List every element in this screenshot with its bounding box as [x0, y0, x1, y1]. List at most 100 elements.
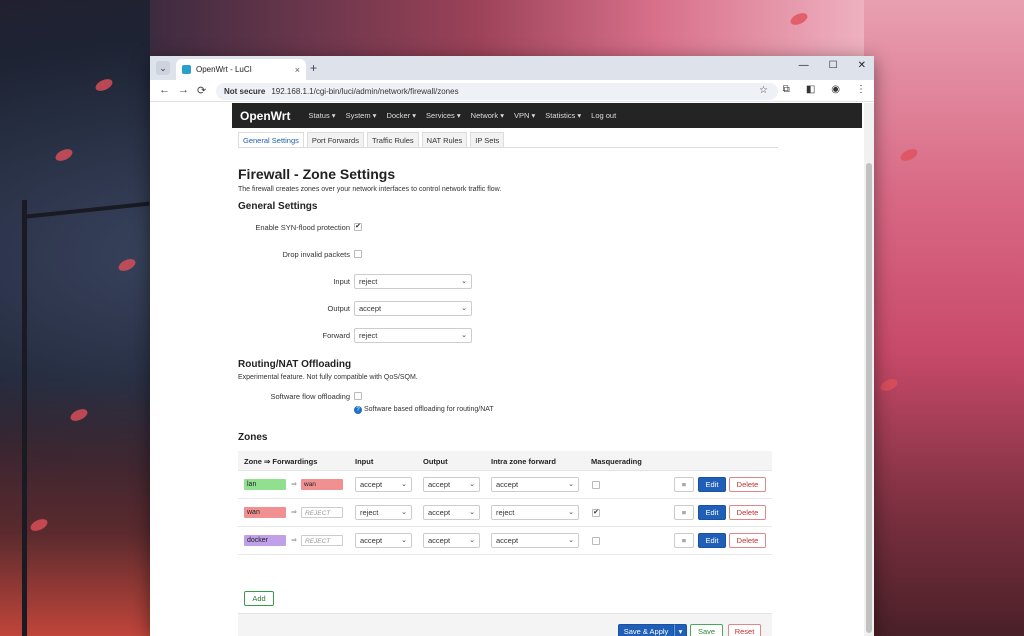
zone-output-select[interactable]: accept ⌄	[423, 477, 480, 492]
help-icon: ?	[354, 406, 362, 414]
zone-input-value: accept	[360, 536, 383, 545]
drop-invalid-checkbox[interactable]	[354, 250, 362, 258]
input-policy-select[interactable]: reject ⌄	[354, 274, 472, 289]
chevron-down-icon: ⌄	[568, 537, 574, 544]
scrollbar-thumb[interactable]	[866, 163, 872, 633]
tab-nat-rules[interactable]: NAT Rules	[421, 132, 468, 147]
chevron-down-icon: ⌄	[469, 537, 475, 544]
drag-handle[interactable]: ≡	[674, 533, 694, 548]
browser-tab-active[interactable]: OpenWrt - LuCI ×	[176, 59, 306, 80]
zone-input-select[interactable]: reject ⌄	[355, 505, 412, 520]
close-window-button[interactable]: ✕	[858, 60, 866, 71]
input-label: Input	[333, 277, 350, 286]
browser-menu-icon[interactable]: ⋮	[856, 84, 866, 95]
zone-input-value: accept	[360, 480, 383, 489]
add-zone-button[interactable]: Add	[244, 591, 274, 606]
nav-services[interactable]: Services ▾	[426, 111, 461, 120]
col-output: Output	[423, 457, 448, 466]
drag-handle[interactable]: ≡	[674, 477, 694, 492]
reload-button[interactable]: ⟳	[197, 84, 206, 97]
zone-intra-value: accept	[496, 480, 519, 489]
save-button[interactable]: Save	[690, 624, 723, 636]
maximize-button[interactable]: ☐	[829, 60, 838, 71]
delete-button[interactable]: Delete	[729, 533, 766, 548]
output-policy-select[interactable]: accept ⌄	[354, 301, 472, 316]
chevron-down-icon: ⌄	[469, 509, 475, 516]
nav-status[interactable]: Status ▾	[308, 111, 335, 120]
zone-badge: lan	[244, 479, 286, 490]
zone-intra-select[interactable]: accept ⌄	[491, 533, 579, 548]
tab-search-button[interactable]: ⌄	[156, 61, 170, 75]
forward-policy-select[interactable]: reject ⌄	[354, 328, 472, 343]
zone-input-select[interactable]: accept ⌄	[355, 477, 412, 492]
page-viewport: OpenWrt Status ▾ System ▾ Docker ▾ Servi…	[150, 103, 874, 636]
tab-ip-sets[interactable]: IP Sets	[470, 132, 505, 147]
nav-docker[interactable]: Docker ▾	[386, 111, 416, 120]
nav-vpn[interactable]: VPN ▾	[514, 111, 535, 120]
syn-flood-checkbox[interactable]: ✔	[354, 223, 362, 231]
tab-general-settings[interactable]: General Settings	[238, 132, 304, 147]
zone-intra-select[interactable]: reject ⌄	[491, 505, 579, 520]
browser-toolbar: ← → ⟳ Not secure 192.168.1.1/cgi-bin/luc…	[150, 80, 874, 102]
output-policy-value: accept	[359, 304, 382, 313]
masquerading-checkbox[interactable]	[592, 537, 600, 545]
col-zone-forwardings: Zone ⇒ Forwardings	[244, 457, 318, 466]
edit-button[interactable]: Edit	[698, 477, 726, 492]
delete-button[interactable]: Delete	[729, 477, 766, 492]
flow-offload-checkbox[interactable]	[354, 392, 362, 400]
nav-statistics[interactable]: Statistics ▾	[545, 111, 581, 120]
zone-intra-select[interactable]: accept ⌄	[491, 477, 579, 492]
masquerading-checkbox[interactable]	[592, 481, 600, 489]
forward-button[interactable]: →	[178, 84, 189, 96]
edit-button[interactable]: Edit	[698, 533, 726, 548]
chevron-down-icon: ⌄	[469, 481, 475, 488]
not-secure-badge[interactable]: Not secure	[224, 87, 265, 96]
url-text[interactable]: 192.168.1.1/cgi-bin/luci/admin/network/f…	[271, 87, 458, 96]
forward-badge: REJECT	[301, 535, 343, 546]
zone-output-select[interactable]: accept ⌄	[423, 533, 480, 548]
chevron-down-icon: ⌄	[401, 537, 407, 544]
tab-traffic-rules[interactable]: Traffic Rules	[366, 132, 419, 147]
delete-button[interactable]: Delete	[729, 505, 766, 520]
zone-output-value: accept	[428, 480, 451, 489]
zone-badge: docker	[244, 535, 286, 546]
bookmark-star-icon[interactable]: ☆	[759, 85, 768, 96]
zone-input-select[interactable]: accept ⌄	[355, 533, 412, 548]
chevron-down-icon: ⌄	[568, 481, 574, 488]
nav-logout[interactable]: Log out	[591, 111, 616, 120]
window-controls: — ☐ ✕	[799, 60, 866, 71]
output-row: Output accept ⌄	[238, 301, 472, 316]
openwrt-brand[interactable]: OpenWrt	[240, 109, 290, 123]
save-apply-button[interactable]: Save & Apply	[618, 624, 674, 636]
side-panel-icon[interactable]: ◧	[806, 84, 815, 95]
minimize-button[interactable]: —	[799, 60, 809, 71]
wallpaper-right	[864, 0, 1024, 636]
zones-table: Zone ⇒ Forwardings Input Output Intra zo…	[238, 451, 772, 555]
page-scrollbar[interactable]	[864, 103, 874, 636]
masquerading-checkbox[interactable]: ✔	[592, 509, 600, 517]
zone-output-select[interactable]: accept ⌄	[423, 505, 480, 520]
new-tab-button[interactable]: +	[310, 61, 317, 75]
nav-system[interactable]: System ▾	[346, 111, 377, 120]
flow-offload-hint: ? Software based offloading for routing/N…	[354, 406, 494, 414]
flow-offload-label: Software flow offloading	[270, 392, 351, 401]
petal	[53, 146, 75, 164]
col-masquerading: Masquerading	[591, 457, 642, 466]
street-lamp-arm	[21, 201, 150, 219]
col-input: Input	[355, 457, 374, 466]
form-footer: Save & Apply ▾ Save Reset	[238, 613, 772, 636]
drag-handle[interactable]: ≡	[674, 505, 694, 520]
edit-button[interactable]: Edit	[698, 505, 726, 520]
reset-button[interactable]: Reset	[728, 624, 761, 636]
address-bar[interactable]: Not secure 192.168.1.1/cgi-bin/luci/admi…	[216, 83, 778, 100]
extensions-icon[interactable]: ⧉	[783, 84, 790, 95]
nav-network[interactable]: Network ▾	[471, 111, 504, 120]
profile-icon[interactable]: ◉	[831, 84, 840, 95]
zone-row-wan: wan ⇒ REJECT reject ⌄ accept ⌄ reject ⌄ ✔ ≡…	[238, 499, 772, 527]
tab-port-forwards[interactable]: Port Forwards	[306, 132, 364, 147]
chevron-down-icon: ⌄	[401, 509, 407, 516]
tab-close-icon[interactable]: ×	[295, 65, 300, 75]
chevron-down-icon: ⌄	[401, 481, 407, 488]
save-apply-dropdown[interactable]: ▾	[674, 624, 687, 636]
back-button[interactable]: ←	[159, 84, 170, 96]
